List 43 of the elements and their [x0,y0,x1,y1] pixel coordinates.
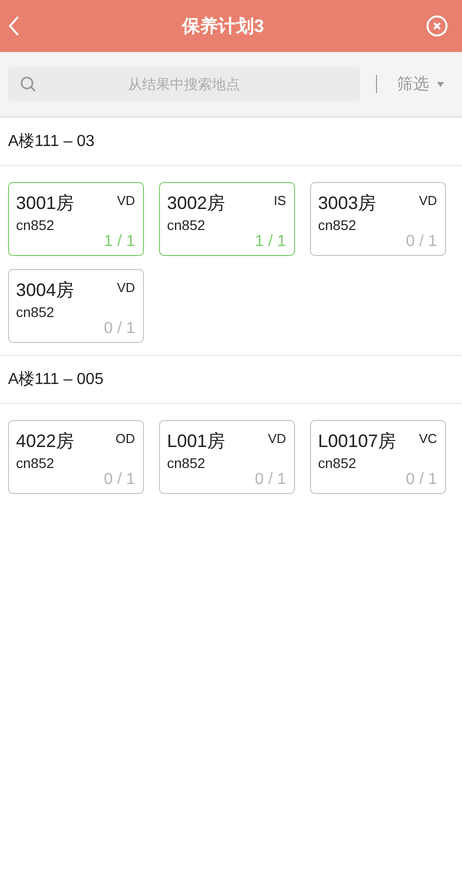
room-name: L001房 [167,430,226,453]
progress-count: 0 / 1 [406,233,437,251]
progress-count: 1 / 1 [104,233,135,251]
room-status: VC [418,431,437,446]
caret-icon [437,82,444,86]
room-code: cn852 [16,455,56,471]
room-code: cn852 [16,217,56,233]
room-name: 4022房 [16,430,74,453]
room-card[interactable]: 3002房 IS cn852 1 / 1 [159,182,295,256]
room-status: VD [418,193,437,208]
room-card[interactable]: 4022房 OD cn852 0 / 1 [8,420,144,494]
page-title: 保养计划3 [182,15,264,38]
room-status: VD [116,280,135,295]
room-status: VD [268,431,286,446]
section-title: A楼111 – 005 [8,370,104,390]
room-code: cn852 [167,455,206,471]
back-icon[interactable] [8,16,20,36]
room-name: 3001房 [16,192,74,215]
progress-count: 0 / 1 [104,471,135,489]
progress-count: 0 / 1 [104,320,135,338]
room-card[interactable]: 3003房 VD cn852 0 / 1 [310,182,446,256]
room-name: 3004房 [16,279,74,302]
room-name: 3002房 [167,192,226,215]
room-card[interactable]: 3001房 VD cn852 1 / 1 [8,182,144,256]
room-card[interactable]: 3004房 VD cn852 0 / 1 [8,269,144,343]
search-field[interactable]: 从结果中搜索地点 [8,67,360,101]
room-card[interactable]: L001房 VD cn852 0 / 1 [159,420,295,494]
room-card[interactable]: L00107房 VC cn852 0 / 1 [310,420,446,494]
room-code: cn852 [318,455,358,471]
room-status: IS [274,193,286,208]
room-name: 3003房 [318,192,376,215]
section-title: A楼111 – 03 [8,132,95,152]
progress-count: 0 / 1 [254,471,286,489]
room-code: cn852 [16,304,56,320]
search-icon [20,76,36,92]
room-code: cn852 [318,217,358,233]
room-name: L00107房 [318,430,396,453]
room-status: VD [116,193,135,208]
room-status: OD [116,431,135,446]
progress-count: 1 / 1 [254,233,286,251]
close-icon[interactable] [426,15,448,37]
room-code: cn852 [167,217,206,233]
progress-count: 0 / 1 [406,471,437,489]
